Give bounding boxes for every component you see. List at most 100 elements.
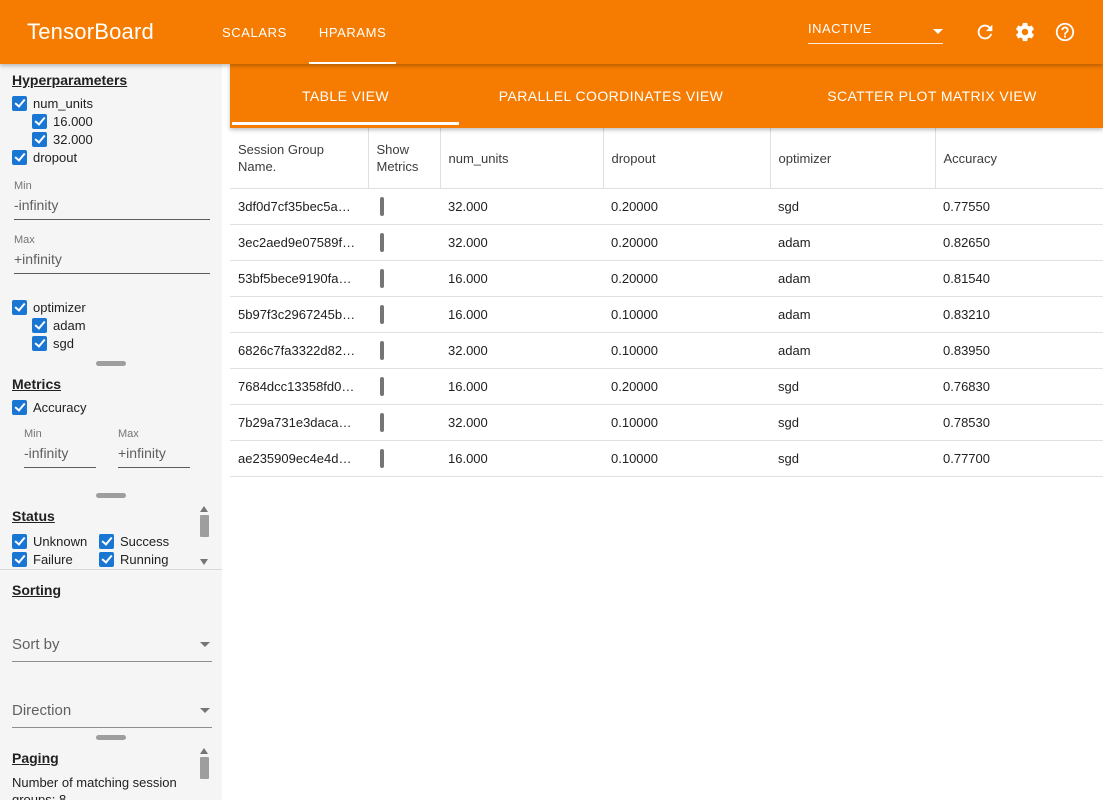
num-units-16-checkbox[interactable] [32,114,47,129]
scroll-up-icon[interactable] [200,748,208,754]
dropout-max-input[interactable] [14,249,210,274]
accuracy-min-label: Min [24,428,96,440]
show-metrics-cell [368,225,440,261]
show-metrics-checkbox[interactable] [380,197,384,216]
chevron-down-icon [200,708,210,713]
show-metrics-cell [368,333,440,369]
tab-table-view[interactable]: TABLE VIEW [230,64,461,128]
show-metrics-cell [368,405,440,441]
direction-select[interactable]: Direction [12,696,212,728]
optimizer-checkbox[interactable] [12,300,27,315]
optimizer-cell: sgd [770,369,935,405]
accuracy-checkbox[interactable] [12,400,27,415]
paging-pane: Paging Number of matching session groups… [0,742,222,800]
header-dropout: dropout [603,128,770,189]
num-units-32-row[interactable]: 32.000 [32,130,222,148]
hparam-optimizer-row[interactable]: optimizer [12,298,222,316]
sorting-controls: Sort by Direction [12,630,222,728]
scroll-down-icon[interactable] [200,559,208,565]
show-metrics-checkbox[interactable] [380,233,384,252]
scrollbar-thumb[interactable] [200,515,209,537]
optimizer-cell: adam [770,261,935,297]
success-checkbox[interactable] [99,534,114,549]
pane-resize-handle[interactable] [96,493,126,498]
dropout-min-input[interactable] [14,195,210,220]
direction-value: Direction [12,702,71,719]
refresh-button[interactable] [973,20,997,44]
tab-scatter-plot-matrix-view[interactable]: SCATTER PLOT MATRIX VIEW [761,64,1103,128]
show-metrics-checkbox[interactable] [380,377,384,396]
gear-icon [1014,21,1036,43]
paging-scrollbar[interactable] [199,748,209,796]
header-accuracy: Accuracy [935,128,1103,189]
num-units-checkbox[interactable] [12,96,27,111]
pane-resize-handle[interactable] [96,735,126,740]
adam-checkbox[interactable] [32,318,47,333]
sort-by-select[interactable]: Sort by [12,630,212,662]
status-options: Unknown Success Failure Running [12,532,222,568]
accuracy-min-input[interactable] [24,443,96,468]
dropout-cell: 0.20000 [603,261,770,297]
status-heading: Status [12,508,222,524]
status-pane: Status Unknown Success Failure Running [0,500,222,570]
hparam-num-units-row[interactable]: num_units [12,94,222,112]
hyperparameters-heading: Hyperparameters [12,72,222,88]
dropout-cell: 0.10000 [603,297,770,333]
pane-resize-handle[interactable] [96,361,126,366]
num-units-16-row[interactable]: 16.000 [32,112,222,130]
optimizer-cell: sgd [770,441,935,477]
metric-accuracy-row[interactable]: Accuracy [12,398,222,416]
tab-hparams[interactable]: HPARAMS [303,0,403,64]
settings-button[interactable] [1013,20,1037,44]
num-units-cell: 16.000 [440,297,603,333]
show-metrics-cell [368,189,440,225]
dropout-min-label: Min [14,180,222,192]
table-row: 53bf5bece9190fa… 16.000 0.20000 adam 0.8… [230,261,1103,297]
optimizer-adam-row[interactable]: adam [32,316,222,334]
matching-session-groups-text: Number of matching session groups: 8 [12,774,194,800]
accuracy-cell: 0.77550 [935,189,1103,225]
scrollbar-thumb[interactable] [200,757,209,779]
sgd-checkbox[interactable] [32,336,47,351]
sort-by-value: Sort by [12,636,60,653]
running-label: Running [120,552,168,567]
show-metrics-checkbox[interactable] [380,305,384,324]
paging-heading: Paging [12,750,222,766]
num-units-cell: 32.000 [440,405,603,441]
tab-scalars[interactable]: SCALARS [206,0,303,64]
show-metrics-checkbox[interactable] [380,449,384,468]
tab-parallel-coordinates-view[interactable]: PARALLEL COORDINATES VIEW [461,64,761,128]
show-metrics-checkbox[interactable] [380,413,384,432]
scroll-up-icon[interactable] [200,506,208,512]
status-failure-row[interactable]: Failure [12,550,99,568]
hparams-main-view: TABLE VIEW PARALLEL COORDINATES VIEW SCA… [230,64,1103,800]
num-units-32-checkbox[interactable] [32,132,47,147]
unknown-label: Unknown [33,534,87,549]
show-metrics-checkbox[interactable] [380,269,384,288]
refresh-icon [974,21,996,43]
accuracy-cell: 0.78530 [935,405,1103,441]
optimizer-sgd-row[interactable]: sgd [32,334,222,352]
accuracy-max-field: Max [118,428,190,468]
dropout-checkbox[interactable] [12,150,27,165]
run-selector-dropdown[interactable]: INACTIVE [808,21,943,44]
header-show-metrics: Show Metrics [368,128,440,189]
chevron-down-icon [933,29,943,34]
header-session-group-name: Session Group Name. [230,128,368,189]
optimizer-cell: sgd [770,189,935,225]
help-button[interactable] [1053,20,1077,44]
failure-checkbox[interactable] [12,552,27,567]
num-units-label: num_units [33,96,93,111]
status-scrollbar[interactable] [199,506,209,565]
unknown-checkbox[interactable] [12,534,27,549]
accuracy-max-input[interactable] [118,443,190,468]
running-checkbox[interactable] [99,552,114,567]
show-metrics-cell [368,369,440,405]
optimizer-cell: adam [770,297,935,333]
hparam-dropout-row[interactable]: dropout [12,148,222,166]
sgd-label: sgd [53,336,74,351]
status-unknown-row[interactable]: Unknown [12,532,99,550]
session-group-name-cell: 3ec2aed9e07589f… [230,225,368,261]
show-metrics-checkbox[interactable] [380,341,384,360]
num-units-cell: 16.000 [440,261,603,297]
